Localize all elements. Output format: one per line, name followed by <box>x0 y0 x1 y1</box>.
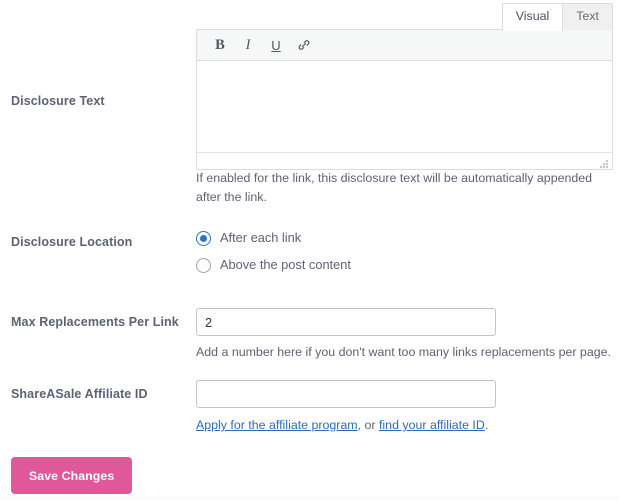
disclosure-location-options: After each link Above the post content <box>196 226 619 280</box>
save-changes-button[interactable]: Save Changes <box>11 457 133 494</box>
label-shareasale-affiliate-id: ShareASale Affiliate ID <box>11 387 148 401</box>
link-icon[interactable] <box>291 33 317 57</box>
label-disclosure-text: Disclosure Text <box>11 94 105 108</box>
editor-content-area[interactable] <box>197 61 612 152</box>
link-find-affiliate-id[interactable]: find your affiliate ID <box>379 418 485 432</box>
editor-status-bar <box>197 152 612 169</box>
editor-box: B I U <box>196 29 613 170</box>
shareasale-links: Apply for the affiliate program, or find… <box>196 416 619 435</box>
shareasale-link-period: . <box>484 418 489 432</box>
label-disclosure-location: Disclosure Location <box>11 235 133 249</box>
editor-tab-bar: Visual Text <box>501 3 613 31</box>
bold-icon[interactable]: B <box>207 33 233 57</box>
shareasale-body: Apply for the affiliate program, or find… <box>196 380 619 435</box>
italic-icon[interactable]: I <box>235 33 261 57</box>
page-bottom-strip <box>0 496 619 500</box>
link-apply-affiliate-program[interactable]: Apply for the affiliate program <box>196 418 358 432</box>
max-replacements-input[interactable] <box>196 308 496 336</box>
form-row-disclosure-text: Disclosure Text Visual Text B I U If ena… <box>0 0 619 215</box>
max-replacements-body: Add a number here if you don't want too … <box>196 308 619 362</box>
disclosure-text-help-wrap: If enabled for the link, this disclosure… <box>196 169 619 207</box>
radio-label-after-each-link: After each link <box>220 229 302 245</box>
tab-visual[interactable]: Visual <box>501 3 564 31</box>
form-row-shareasale-affiliate-id: ShareASale Affiliate ID Apply for the af… <box>0 380 619 440</box>
label-max-replacements: Max Replacements Per Link <box>11 315 179 329</box>
settings-form-page: Disclosure Text Visual Text B I U If ena… <box>0 0 619 500</box>
resize-grip-icon[interactable] <box>598 156 609 168</box>
radio-label-above-post-content: Above the post content <box>220 256 351 272</box>
radio-option-after-each-link[interactable]: After each link <box>196 226 619 250</box>
form-row-disclosure-location: Disclosure Location After each link Abov… <box>0 226 619 288</box>
radio-above-post-content-indicator[interactable] <box>196 257 211 273</box>
shareasale-link-separator: , or <box>357 418 379 432</box>
form-row-max-replacements: Max Replacements Per Link Add a number h… <box>0 308 619 368</box>
underline-icon[interactable]: U <box>263 33 289 57</box>
help-text-max-replacements: Add a number here if you don't want too … <box>196 345 611 359</box>
shareasale-affiliate-id-input[interactable] <box>196 380 496 408</box>
tab-text[interactable]: Text <box>562 3 613 30</box>
radio-option-above-post-content[interactable]: Above the post content <box>196 253 619 277</box>
help-text-disclosure-text: If enabled for the link, this disclosure… <box>196 171 593 205</box>
editor-toolbar: B I U <box>197 30 612 61</box>
radio-after-each-link-indicator[interactable] <box>196 230 211 246</box>
